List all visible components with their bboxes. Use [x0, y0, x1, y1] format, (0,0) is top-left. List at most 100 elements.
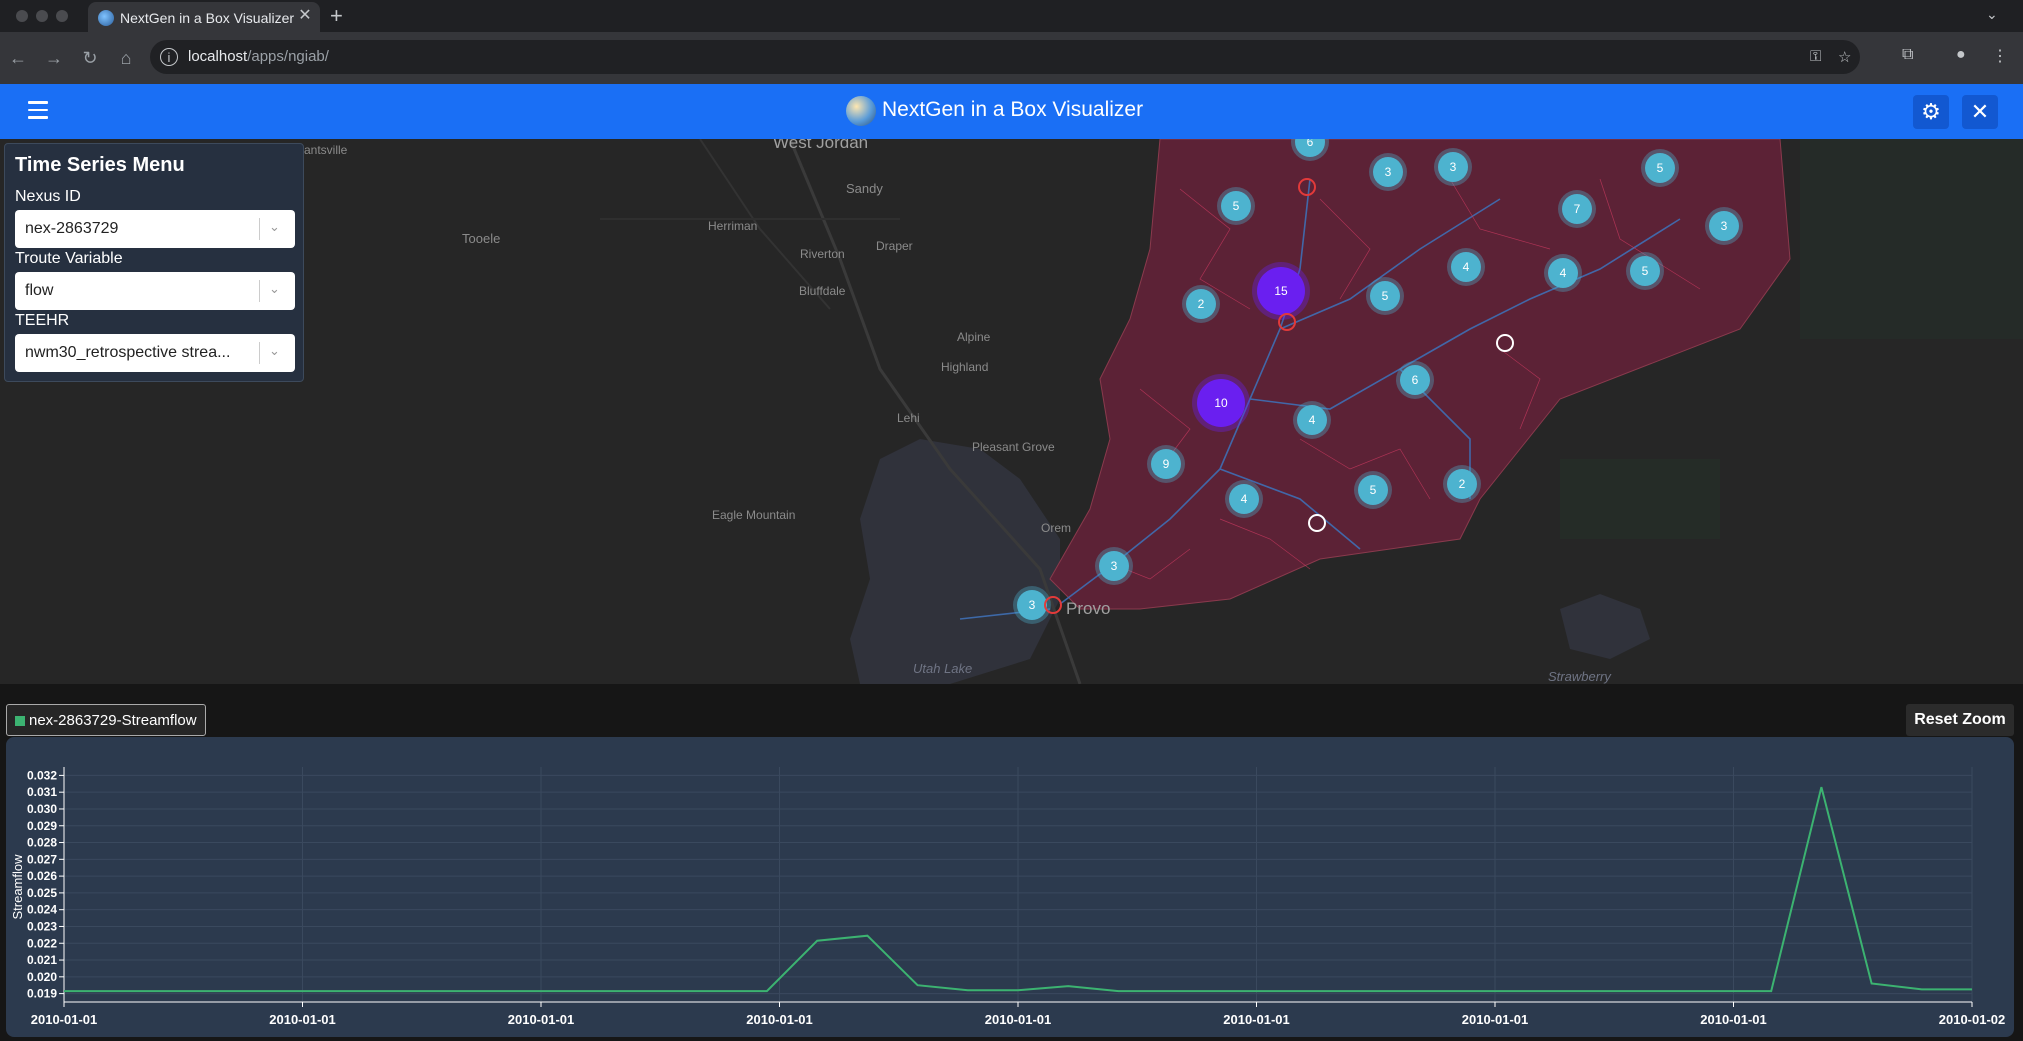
x-tick-label: 2010-01-01 — [269, 1012, 336, 1027]
y-tick-label: 0.021 — [27, 953, 57, 967]
y-tick-label: 0.023 — [27, 919, 57, 933]
gauge-marker[interactable] — [1496, 334, 1514, 352]
map-cluster[interactable]: 4 — [1451, 252, 1481, 282]
y-tick-label: 0.028 — [27, 836, 57, 850]
app-title: NextGen in a Box Visualizer — [882, 98, 1144, 121]
reload-icon[interactable]: ↻ — [78, 46, 102, 70]
map-label: rantsville — [300, 143, 348, 157]
x-tick-label: 2010-01-01 — [31, 1012, 98, 1027]
y-tick-label: 0.032 — [27, 768, 57, 782]
nexus-id-value: nex-2863729 — [25, 220, 119, 237]
map-cluster[interactable]: 10 — [1197, 379, 1245, 427]
map-cluster[interactable]: 5 — [1630, 256, 1660, 286]
map-cluster[interactable]: 9 — [1151, 449, 1181, 479]
troute-variable-select[interactable]: flow ⌄ — [15, 272, 295, 310]
map-label: Draper — [876, 239, 913, 253]
select-separator — [259, 342, 260, 364]
map-cluster[interactable]: 3 — [1373, 157, 1403, 187]
star-icon[interactable]: ☆ — [1838, 48, 1851, 66]
nexus-marker[interactable] — [1278, 313, 1296, 331]
streamflow-chart[interactable]: 0.032 0.031 0.030 0.029 0.028 0.027 0.026 0.025… — [6, 737, 2014, 1037]
map-cluster[interactable]: 2 — [1186, 289, 1216, 319]
map-cluster[interactable]: 6 — [1400, 365, 1430, 395]
close-icon[interactable]: ✕ — [1962, 95, 1998, 129]
window-zoom-dot[interactable] — [56, 10, 68, 22]
browser-toolbar: ← → ↻ ⌂ i localhost/apps/ngiab/ ⚿ ☆ ⧉ ● … — [0, 32, 2023, 84]
legend-label: nex-2863729-Streamflow — [29, 712, 197, 729]
map-cluster[interactable]: 3 — [1438, 152, 1468, 182]
map-cluster[interactable]: 4 — [1297, 405, 1327, 435]
map-label: Sandy — [846, 181, 883, 196]
x-tick-label: 2010-01-01 — [1700, 1012, 1767, 1027]
reset-zoom-button[interactable]: Reset Zoom — [1906, 704, 2014, 736]
map-cluster[interactable]: 4 — [1548, 258, 1578, 288]
gauge-marker[interactable] — [1308, 514, 1326, 532]
back-icon[interactable]: ← — [6, 46, 30, 70]
map-cluster[interactable]: 3 — [1099, 551, 1129, 581]
map-cluster[interactable]: 5 — [1358, 475, 1388, 505]
nexus-marker[interactable] — [1044, 596, 1062, 614]
y-tick-label: 0.026 — [27, 869, 57, 883]
map-cluster[interactable]: 4 — [1229, 484, 1259, 514]
teehr-value: nwm30_retrospective strea... — [25, 344, 231, 361]
gear-icon[interactable]: ⚙ — [1913, 95, 1949, 129]
window-close-dot[interactable] — [16, 10, 28, 22]
troute-variable-label: Troute Variable — [15, 250, 123, 267]
nexus-marker[interactable] — [1298, 178, 1316, 196]
troute-variable-value: flow — [25, 282, 54, 299]
map-label: Highland — [941, 360, 989, 374]
forward-icon[interactable]: → — [42, 46, 66, 70]
map-label: Tooele — [462, 231, 501, 246]
site-info-icon[interactable]: i — [160, 48, 178, 66]
new-tab-icon[interactable]: + — [330, 4, 343, 28]
map-cluster[interactable]: 3 — [1017, 590, 1047, 620]
extensions-icon[interactable]: ⧉ — [1902, 46, 1913, 64]
key-icon[interactable]: ⚿ — [1810, 48, 1821, 65]
chevron-down-icon[interactable]: ⌄ — [269, 219, 280, 235]
app-header: NextGen in a Box Visualizer ⚙ ✕ — [0, 84, 2023, 139]
browser-tab[interactable]: NextGen in a Box Visualizer ✕ — [88, 2, 320, 32]
y-tick-label: 0.020 — [27, 970, 57, 984]
tab-title: NextGen in a Box Visualizer — [120, 10, 295, 26]
y-tick-label: 0.027 — [27, 852, 57, 866]
address-bar[interactable]: i localhost/apps/ngiab/ ⚿ ☆ — [150, 40, 1860, 74]
x-tick-label: 2010-01-01 — [1462, 1012, 1529, 1027]
map-cluster[interactable]: 5 — [1645, 153, 1675, 183]
y-tick-label: 0.030 — [27, 802, 57, 816]
more-menu-icon[interactable]: ⋮ — [1992, 46, 2008, 66]
home-icon[interactable]: ⌂ — [114, 46, 138, 70]
map-label: Provo — [1066, 599, 1111, 618]
app-logo-icon — [846, 96, 876, 126]
tab-search-chevron-icon[interactable]: ⌄ — [1986, 6, 1998, 23]
chevron-down-icon[interactable]: ⌄ — [269, 343, 280, 359]
tab-close-icon[interactable]: ✕ — [296, 7, 314, 25]
map-cluster[interactable]: 2 — [1447, 469, 1477, 499]
chevron-down-icon[interactable]: ⌄ — [269, 281, 280, 297]
map-label: Lehi — [897, 411, 920, 425]
nexus-id-select[interactable]: nex-2863729 ⌄ — [15, 210, 295, 248]
globe-icon — [98, 10, 114, 26]
menu-title: Time Series Menu — [15, 154, 185, 176]
y-tick-label: 0.024 — [27, 903, 57, 917]
chart-svg[interactable]: 0.032 0.031 0.030 0.029 0.028 0.027 0.026 0.025… — [6, 737, 2014, 1037]
map-label: West Jordan — [773, 139, 869, 152]
teehr-select[interactable]: nwm30_retrospective strea... ⌄ — [15, 334, 295, 372]
chart-legend-item[interactable]: nex-2863729-Streamflow — [6, 704, 206, 736]
select-separator — [259, 280, 260, 302]
select-separator — [259, 218, 260, 240]
window-minimize-dot[interactable] — [36, 10, 48, 22]
y-axis-label: Streamflow — [10, 854, 25, 920]
map-cluster[interactable]: 5 — [1370, 281, 1400, 311]
teehr-label: TEEHR — [15, 312, 70, 329]
map-label: Bluffdale — [799, 284, 846, 298]
map-cluster[interactable]: 15 — [1257, 267, 1305, 315]
map-label: Strawberry — [1548, 669, 1611, 684]
map-cluster[interactable]: 5 — [1221, 191, 1251, 221]
x-tick-label: 2010-01-01 — [985, 1012, 1052, 1027]
profile-icon[interactable]: ● — [1956, 46, 1966, 64]
map-cluster[interactable]: 3 — [1709, 211, 1739, 241]
map-label: Pleasant Grove — [972, 440, 1055, 454]
hamburger-icon[interactable] — [28, 101, 48, 119]
browser-tab-bar: NextGen in a Box Visualizer ✕ + ⌄ — [0, 0, 2023, 32]
map-cluster[interactable]: 7 — [1562, 194, 1592, 224]
